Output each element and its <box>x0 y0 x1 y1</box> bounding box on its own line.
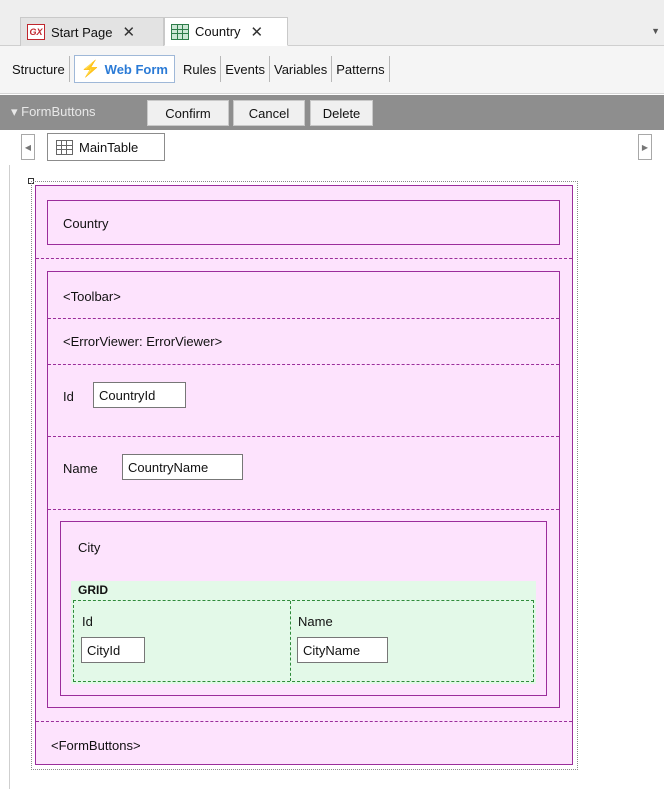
row-separator <box>48 318 559 319</box>
document-tab-bar: GX Start Page ✕ Country ✕ ▼ <box>0 0 664 46</box>
subtab-web-form-label: Web Form <box>104 61 168 77</box>
transaction-grid-icon <box>171 23 189 40</box>
scroll-right-icon[interactable]: ▶ <box>638 134 652 160</box>
close-icon[interactable]: ✕ <box>251 23 264 41</box>
row-separator <box>48 436 559 437</box>
row-separator <box>36 258 572 259</box>
subtab-events-label: Events <box>225 61 265 77</box>
close-icon[interactable]: ✕ <box>122 23 135 41</box>
tab-country[interactable]: Country ✕ <box>164 17 288 46</box>
country-id-field[interactable]: CountryId <box>93 382 186 408</box>
maintable-selector[interactable]: MainTable <box>47 133 165 161</box>
subtab-rules-label: Rules <box>183 61 217 77</box>
subtab-structure-label: Structure <box>12 61 65 77</box>
country-name-field[interactable]: CountryName <box>122 454 243 480</box>
subtab-patterns-label: Patterns <box>336 61 385 77</box>
lightning-icon: ⚡ <box>80 61 101 78</box>
error-viewer-placeholder[interactable]: <ErrorViewer: ErrorViewer> <box>63 334 222 349</box>
canvas-left-border <box>9 165 10 789</box>
subtab-variables[interactable]: Variables <box>270 56 333 82</box>
tab-start-page-label: Start Page <box>51 24 113 40</box>
grid-label: GRID <box>78 583 108 597</box>
formbuttons-toolbar: ▾ FormButtons Confirm Cancel Delete <box>0 95 664 130</box>
editor-subtab-bar: Structure ⚡ Web Form Rules Events Variab… <box>0 46 664 94</box>
grid-column-separator <box>290 601 291 681</box>
name-label: Name <box>63 461 98 476</box>
grid-column-header-name: Name <box>298 614 333 629</box>
genexus-logo-icon: GX <box>27 24 45 40</box>
scroll-left-icon[interactable]: ◀ <box>21 134 35 160</box>
row-separator <box>48 509 559 510</box>
cancel-button[interactable]: Cancel <box>233 100 305 126</box>
subtab-structure[interactable]: Structure <box>8 56 70 82</box>
subtab-patterns[interactable]: Patterns <box>332 56 390 82</box>
city-name-field[interactable]: CityName <box>297 637 388 663</box>
id-label: Id <box>63 389 74 404</box>
form-title: Country <box>63 216 109 231</box>
maintable-label: MainTable <box>79 139 139 155</box>
grid-column-header-id: Id <box>82 614 93 629</box>
formbuttons-toolbar-label[interactable]: ▾ FormButtons <box>11 104 96 120</box>
toolbar-placeholder[interactable]: <Toolbar> <box>63 289 121 304</box>
confirm-button[interactable]: Confirm <box>147 100 229 126</box>
subtab-variables-label: Variables <box>274 61 328 77</box>
tab-country-label: Country <box>195 24 241 39</box>
subtab-web-form[interactable]: ⚡ Web Form <box>73 55 175 83</box>
formbuttons-placeholder[interactable]: <FormButtons> <box>51 738 141 753</box>
city-title: City <box>78 540 101 555</box>
table-icon <box>56 139 73 155</box>
subtab-events[interactable]: Events <box>221 56 270 82</box>
tab-start-page[interactable]: GX Start Page ✕ <box>20 17 164 46</box>
delete-button[interactable]: Delete <box>310 100 373 126</box>
row-separator <box>36 721 572 722</box>
city-id-field[interactable]: CityId <box>81 637 145 663</box>
subtab-rules[interactable]: Rules <box>179 56 222 82</box>
row-separator <box>48 364 559 365</box>
title-textblock[interactable]: Country <box>47 200 560 245</box>
tab-list-dropdown-icon[interactable]: ▼ <box>651 26 660 36</box>
